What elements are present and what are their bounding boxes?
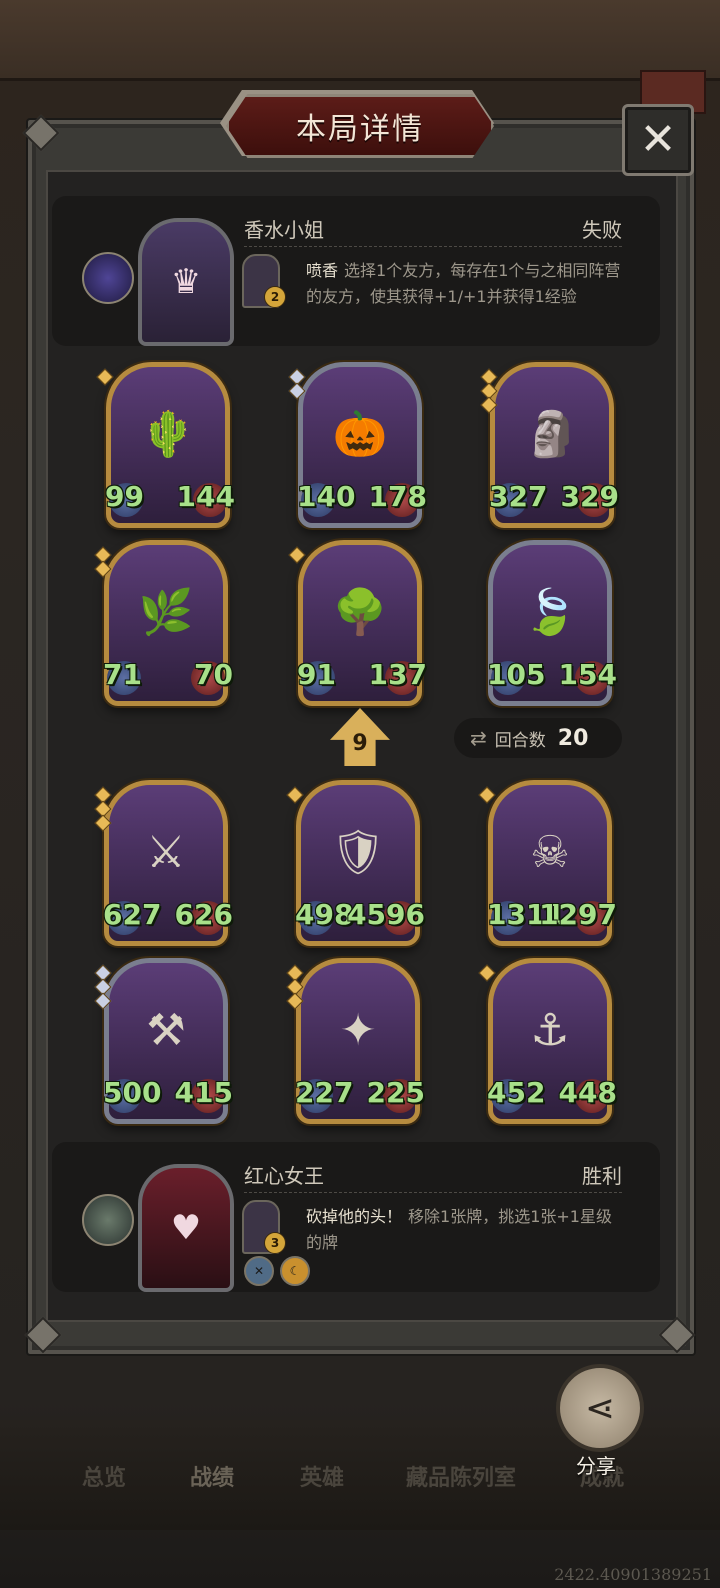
attack-value: 140 [297, 480, 356, 513]
opponent-name: 香水小姐 [244, 218, 324, 242]
opponent-portrait[interactable]: ♛ [138, 218, 234, 346]
attack-value: 500 [103, 1076, 162, 1109]
player-skill: 砍掉他的头！ 移除1张牌，挑选1张+1星级的牌 [306, 1204, 626, 1256]
player-portrait[interactable]: ♥ [138, 1164, 234, 1292]
nav-overview[interactable]: 总览 [82, 1460, 126, 1492]
sword-trinket-icon[interactable]: ✕ [244, 1256, 274, 1286]
star-rating [478, 786, 496, 804]
attack-value: 627 [103, 898, 162, 931]
opponent-minion-card[interactable]: 🌵 99 144 [96, 362, 235, 528]
close-button[interactable]: ✕ [622, 104, 694, 176]
warrior-icon: ⚔ [146, 826, 186, 878]
knight-icon: 🛡 [330, 827, 386, 878]
opponent-skill-desc: 选择1个友方，每存在1个与之相同阵营的友方，使其获得+1/+1并获得1经验 [306, 261, 621, 306]
attack-value: 498 [295, 898, 354, 931]
title-banner: 本局详情 [226, 94, 494, 158]
player-minion-card[interactable]: ☠ 1311 1297 [478, 780, 617, 946]
opponent-result: 失败 [582, 218, 622, 242]
health-value: 329 [560, 480, 619, 513]
health-value: 70 [194, 658, 233, 691]
health-value: 137 [368, 658, 427, 691]
divider [244, 1192, 622, 1193]
pirate-queen-icon: ⚓ [530, 1004, 570, 1056]
treant-icon: 🌳 [332, 587, 388, 638]
artifact-icon[interactable] [82, 1194, 134, 1246]
star-rating [96, 368, 114, 386]
rounds-indicator: ⇄ 回合数 20 [454, 718, 622, 758]
background-beam [0, 0, 720, 81]
player-minion-card[interactable]: ⚓ 452 448 [478, 958, 617, 1124]
opponent-minion-card[interactable]: 🌳 91 137 [288, 540, 427, 706]
valkyrie-icon: ✦ [339, 1004, 377, 1056]
opponent-minion-card[interactable]: 🎃 140 178 [288, 362, 427, 528]
attack-value: 227 [295, 1076, 354, 1109]
attack-value: 452 [487, 1076, 546, 1109]
rounds-label: 回合数 [494, 730, 546, 751]
star-rating [480, 368, 498, 414]
player-skill-name: 砍掉他的头！ [306, 1207, 403, 1226]
totem-icon: 🗿 [524, 409, 580, 460]
nav-record[interactable]: 战绩 [190, 1460, 234, 1492]
attack-value: 91 [297, 658, 336, 691]
health-value: 626 [174, 898, 233, 931]
health-value: 448 [558, 1076, 617, 1109]
close-icon: ✕ [639, 114, 677, 165]
health-value: 415 [174, 1076, 233, 1109]
cactus-icon: 🌵 [140, 409, 196, 460]
share-icon: ⋖ [584, 1387, 616, 1429]
opponent-minion-card[interactable]: 🗿 327 329 [480, 362, 619, 528]
opponent-skill-name: 喷香 [306, 261, 339, 280]
player-minion-card[interactable]: 🛡 498 4596 [286, 780, 425, 946]
star-rating [94, 546, 112, 578]
rounds-value: 20 [557, 725, 589, 751]
health-value: 144 [176, 480, 235, 513]
divider [244, 246, 622, 247]
opponent-hero-level-badge: 2 [264, 286, 286, 308]
health-value: 225 [366, 1076, 425, 1109]
star-rating [288, 546, 306, 564]
share-button[interactable]: ⋖ [556, 1364, 644, 1452]
shadow-plant-icon: 🌿 [138, 587, 194, 638]
rounds-icon: ⇄ [470, 726, 487, 750]
player-minion-card[interactable]: ✦ 227 225 [286, 958, 425, 1124]
attack-value: 99 [105, 480, 144, 513]
attack-value: 327 [489, 480, 548, 513]
player-minion-card[interactable]: ⚒ 500 415 [94, 958, 233, 1124]
health-value: 154 [558, 658, 617, 691]
opponent-panel: ♛ 2 香水小姐 失败 喷香 选择1个友方，每存在1个与之相同阵营的友方，使其获得… [52, 196, 660, 346]
crescent-trinket-icon[interactable]: ☾ [280, 1256, 310, 1286]
share-label: 分享 [576, 1454, 616, 1478]
opponent-skill: 喷香 选择1个友方，每存在1个与之相同阵营的友方，使其获得+1/+1并获得1经验 [306, 258, 626, 310]
player-minion-card[interactable]: ⚔ 627 626 [94, 780, 233, 946]
tier-level-value: 9 [352, 730, 368, 756]
player-hero-level-badge: 3 [264, 1232, 286, 1254]
attack-value: 71 [103, 658, 142, 691]
nav-heroes[interactable]: 英雄 [300, 1460, 344, 1492]
player-panel: ♥ 3 红心女王 胜利 砍掉他的头！ 移除1张牌，挑选1张+1星级的牌 ✕ ☾ [52, 1142, 660, 1292]
star-rating [288, 368, 306, 400]
dwarf-icon: ⚒ [146, 1004, 186, 1056]
player-result: 胜利 [582, 1164, 622, 1188]
health-value: 178 [368, 480, 427, 513]
attack-value: 105 [487, 658, 546, 691]
pirate-icon: ☠ [530, 826, 570, 878]
health-value: 1297 [539, 898, 617, 931]
dryad-icon: 🍃 [522, 587, 578, 638]
player-name: 红心女王 [244, 1164, 324, 1188]
trinket-icons: ✕ ☾ [244, 1256, 310, 1286]
opponent-minion-card[interactable]: 🌿 71 70 [94, 540, 233, 706]
version-text: 2422.40901389251 [554, 1565, 712, 1584]
artifact-icon[interactable] [82, 252, 134, 304]
star-rating [478, 964, 496, 982]
nav-collection[interactable]: 藏品陈列室 [406, 1460, 516, 1492]
star-rating [94, 964, 112, 1010]
health-value: 4596 [347, 898, 425, 931]
pumpkin-icon: 🎃 [332, 409, 388, 460]
star-rating [286, 786, 304, 804]
opponent-minion-card[interactable]: 🍃 105 154 [487, 540, 617, 706]
page-title: 本局详情 [296, 112, 424, 147]
star-rating [286, 964, 304, 1010]
star-rating [94, 786, 112, 832]
